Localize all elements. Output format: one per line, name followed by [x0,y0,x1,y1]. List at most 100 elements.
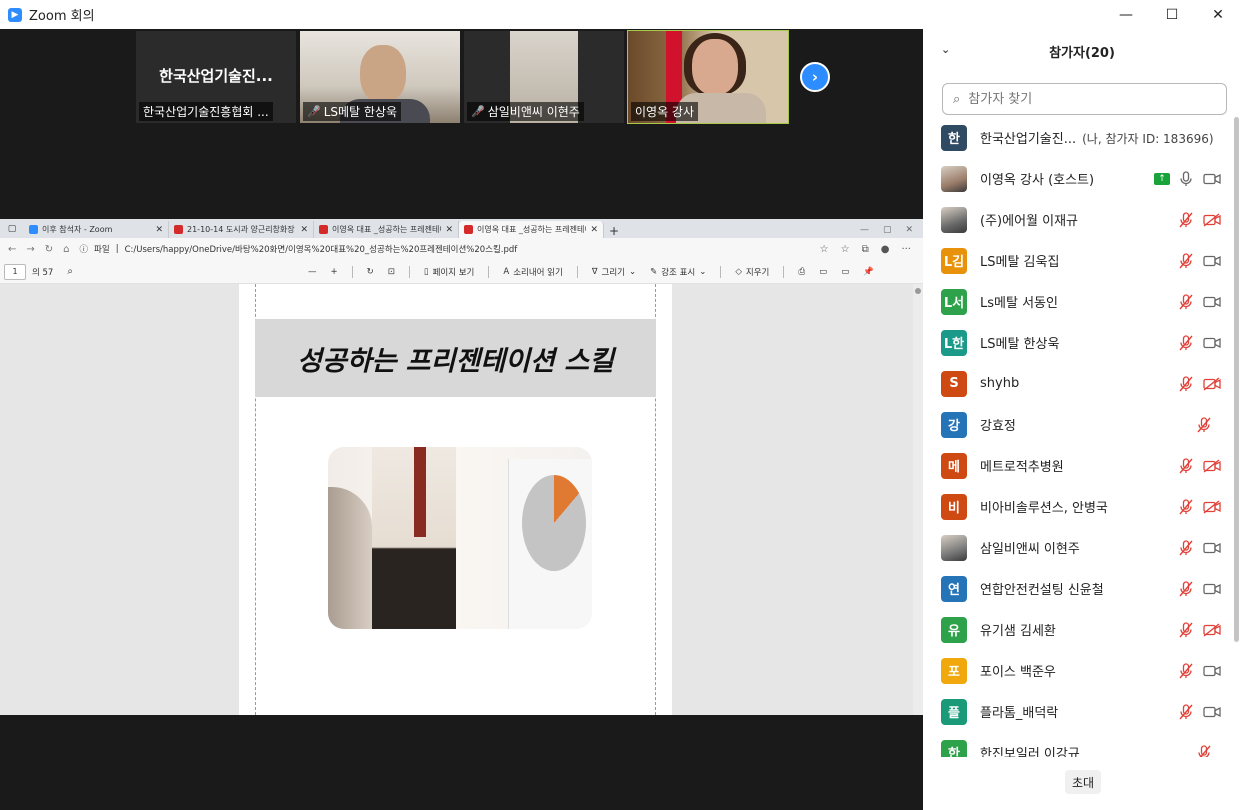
mic-muted-icon[interactable] [1178,293,1194,310]
close-tab-icon[interactable]: ✕ [300,225,308,235]
zoom-out-icon[interactable]: — [308,267,317,277]
read-aloud-button[interactable]: A 소리내어 읽기 [503,266,562,278]
video-icon[interactable] [1202,171,1222,187]
browser-tab[interactable]: 이영옥 대표 _성공하는 프레젠테이션✕ [314,221,459,238]
fit-page-icon[interactable]: ⊡ [388,267,395,277]
back-arrow-icon[interactable]: ← [8,244,16,255]
mic-muted-icon[interactable] [1178,457,1194,474]
participant-row[interactable]: 이영옥 강사 (호스트) ↑ [923,158,1229,199]
browser-tab-active[interactable]: 이영옥 대표 _성공하는 프레젠테이 ✕ [459,221,604,238]
more-menu-icon[interactable]: ··· [901,244,911,255]
mic-muted-icon[interactable] [1178,539,1194,556]
mic-muted-icon[interactable] [1178,580,1194,597]
participant-name: shyhb [980,376,1020,391]
mic-muted-icon[interactable] [1196,744,1212,757]
browser-tab[interactable]: 이후 참석자 - Zoom ✕ [24,221,169,238]
browser-close-icon[interactable]: ✕ [905,225,913,235]
participant-row[interactable]: L한 LS메탈 한상욱 [923,322,1229,363]
page-view-button[interactable]: ▯ 페이지 보기 [424,266,475,278]
browser-minimize-icon[interactable]: — [860,225,869,235]
video-icon[interactable] [1202,663,1222,679]
participant-search-field[interactable]: ⌕ [942,83,1227,115]
participant-row[interactable]: L김 LS메탈 김욱집 [923,240,1229,281]
video-icon[interactable] [1202,704,1222,720]
video-tile[interactable]: 🎤̸ 삼일비앤씨 이현주 [464,31,624,123]
participant-row[interactable]: 비 비아비솔루션스, 안병국 [923,486,1229,527]
video-icon[interactable] [1202,294,1222,310]
browser-maximize-icon[interactable]: ▢ [883,225,892,235]
next-page-chevron-icon[interactable]: › [800,62,830,92]
participant-row[interactable]: Sshyhb [923,363,1229,404]
mic-muted-icon[interactable] [1178,375,1194,392]
video-off-icon[interactable] [1202,499,1222,515]
erase-button[interactable]: ◇ 지우기 [735,266,769,278]
mic-muted-icon[interactable] [1178,334,1194,351]
participant-row[interactable]: 삼일비앤씨 이현주 [923,527,1229,568]
draw-button[interactable]: ∇ 그리기 ⌄ [592,266,636,278]
video-off-icon[interactable] [1202,376,1222,392]
save-icon[interactable]: ▭ [819,267,827,277]
video-off-icon[interactable] [1202,458,1222,474]
participant-list-scrollbar[interactable] [1233,117,1240,757]
browser-tab[interactable]: 21-10-14 도시과 양근리창화장 회의✕ [169,221,314,238]
video-icon[interactable] [1202,581,1222,597]
pdf-toolbar: 1 의 57 ⌕ — + ↻ ⊡ ▯ 페이지 보기 A 소리내어 읽기 ∇ 그리기 ⌄ … [0,260,923,284]
participant-row[interactable]: 연 연합안전컨설팅 신윤철 [923,568,1229,609]
rotate-icon[interactable]: ↻ [367,267,374,277]
video-off-icon[interactable] [1202,622,1222,638]
participant-row[interactable]: 포 포이스 백준우 [923,650,1229,691]
collapse-chevron-icon[interactable]: ⌄ [941,43,950,56]
profile-icon[interactable]: ● [881,244,890,255]
save-as-icon[interactable]: ▭ [841,267,849,277]
mic-muted-icon[interactable] [1178,211,1194,228]
close-tab-icon[interactable]: ✕ [590,225,598,235]
pdf-scrollbar[interactable] [913,284,923,715]
participant-row[interactable]: L서 Ls메탈 서동인 [923,281,1229,322]
participant-row[interactable]: (주)에어월 이재규 [923,199,1229,240]
participant-row[interactable]: 한 한진보일러 이강규 [923,732,1229,757]
mic-muted-icon[interactable] [1178,703,1194,720]
mic-muted-icon[interactable] [1196,416,1212,433]
participant-row[interactable]: 메 메트로적추병원 [923,445,1229,486]
participant-search-input[interactable] [966,90,1207,108]
search-icon[interactable]: ⌕ [67,266,73,277]
video-icon[interactable] [1202,540,1222,556]
minimize-button[interactable]: — [1103,0,1149,29]
highlight-button[interactable]: ✎ 강조 표시 ⌄ [650,266,706,278]
draw-icon: ∇ [591,266,598,277]
participant-row[interactable]: 강 강효정 [923,404,1229,445]
participant-row[interactable]: 한 한국산업기술진... (나, 참가자 ID: 183696) [923,117,1229,158]
close-tab-icon[interactable]: ✕ [155,225,163,235]
print-icon[interactable]: ⎙ [798,267,805,277]
collections-icon[interactable]: ⧉ [862,244,869,255]
participant-row[interactable]: 플 플라톰_배덕락 [923,691,1229,732]
mic-muted-icon[interactable] [1178,252,1194,269]
new-tab-plus-icon[interactable]: + [604,224,624,238]
maximize-button[interactable]: ☐ [1149,0,1195,29]
video-tile[interactable]: 🎤̸ LS메탈 한상욱 [300,31,460,123]
favorite-star-icon[interactable]: ☆ [820,244,829,255]
invite-button[interactable]: 초대 [1065,770,1101,794]
refresh-icon[interactable]: ↻ [45,244,53,255]
participant-row[interactable]: 유 유기샘 김세환 [923,609,1229,650]
video-tile[interactable]: 한국산업기술진... 한국산업기술진흥협회 ... [136,31,296,123]
mic-muted-icon[interactable] [1178,621,1194,638]
close-button[interactable]: ✕ [1195,0,1241,29]
pin-icon[interactable]: 📌 [863,267,874,277]
participant-name: 연합안전컨설팅 신윤철 [980,583,1104,598]
mic-muted-icon[interactable] [1178,662,1194,679]
video-off-icon[interactable] [1202,212,1222,228]
favorites-icon[interactable]: ☆ [841,244,850,255]
url-field[interactable]: ⓘ 파일 | C:/Users/happy/OneDrive/바탕%20화면/이… [80,243,810,255]
close-tab-icon[interactable]: ✕ [445,225,453,235]
zoom-in-icon[interactable]: + [331,267,338,277]
home-icon[interactable]: ⌂ [63,244,69,255]
video-icon[interactable] [1202,253,1222,269]
video-icon[interactable] [1202,335,1222,351]
mic-icon[interactable] [1178,170,1194,187]
forward-arrow-icon[interactable]: → [26,244,34,255]
mic-muted-icon[interactable] [1178,498,1194,515]
page-number-input[interactable]: 1 [4,263,26,280]
video-tile-active-speaker[interactable]: 이영옥 강사 [627,30,789,124]
tab-actions-icon[interactable]: ▢ [0,219,24,238]
